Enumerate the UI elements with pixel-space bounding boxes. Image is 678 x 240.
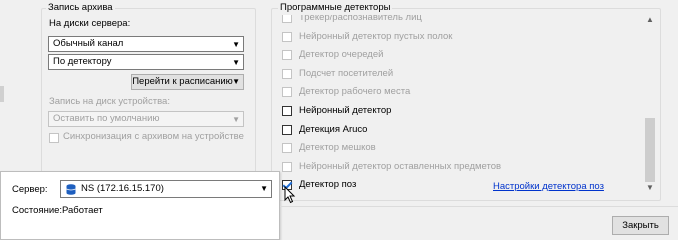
- chevron-down-icon: ▼: [260, 184, 268, 193]
- scrollbar-thumb[interactable]: [645, 118, 655, 182]
- detector-label: Трекер/распознавитель лиц: [299, 15, 422, 23]
- detectors-group-title: Программные детекторы: [278, 2, 393, 14]
- detector-item[interactable]: Нейронный детектор пустых полок: [282, 28, 642, 47]
- detector-checkbox[interactable]: [282, 124, 292, 135]
- detector-label: Нейронный детектор: [299, 105, 392, 116]
- sync-checkbox[interactable]: [49, 133, 59, 143]
- detector-scrollbar[interactable]: ▲ ▼: [643, 14, 657, 195]
- detector-checkbox[interactable]: [282, 143, 292, 154]
- chevron-down-icon: ▼: [232, 77, 240, 86]
- detector-checkbox[interactable]: [282, 87, 292, 98]
- mode-select[interactable]: По детектору ▼: [48, 54, 244, 70]
- detector-label: Нейронный детектор пустых полок: [299, 30, 453, 42]
- goto-schedule-button[interactable]: Перейти к расписанию ▼: [131, 74, 244, 90]
- detector-checkbox[interactable]: [282, 161, 292, 172]
- server-disks-label: На диски сервера:: [49, 18, 131, 29]
- mode-select-value: По детектору: [53, 56, 112, 67]
- channel-select[interactable]: Обычный канал ▼: [48, 36, 244, 52]
- detector-label: Детектор очередей: [299, 49, 384, 61]
- detector-item[interactable]: Детектор мешков: [282, 139, 642, 158]
- close-button[interactable]: Закрыть: [612, 216, 669, 235]
- chevron-down-icon: ▼: [232, 40, 240, 49]
- detector-checkbox[interactable]: [282, 15, 292, 23]
- detector-item[interactable]: Детектор очередей: [282, 46, 642, 65]
- detector-checkbox[interactable]: [282, 50, 292, 61]
- detector-label: Детектор рабочего места: [299, 86, 411, 98]
- detector-partial-item: Трекер/распознавитель лиц: [282, 15, 642, 27]
- detector-label: Детекция Aruco: [299, 123, 368, 135]
- status-value: Работает: [62, 205, 103, 216]
- goto-schedule-label: Перейти к расписанию: [132, 76, 233, 87]
- detector-item[interactable]: Детекция Aruco: [282, 121, 642, 140]
- detector-list: Трекер/распознавитель лиц Нейронный дете…: [282, 15, 642, 199]
- pose-settings-link[interactable]: Настройки детектора поз: [493, 181, 604, 192]
- server-status-popup: Сервер: NS (172.16.15.170) ▼ Состояние: …: [0, 171, 280, 240]
- close-button-label: Закрыть: [622, 220, 659, 231]
- database-icon: [66, 184, 76, 195]
- channel-select-value: Обычный канал: [53, 38, 124, 49]
- detector-item[interactable]: Подсчет посетителей: [282, 65, 642, 84]
- sync-checkbox-label: Синхронизация с архивом на устройстве: [63, 131, 244, 142]
- detector-checkbox[interactable]: [282, 31, 292, 42]
- device-disk-label: Запись на диск устройства:: [49, 96, 170, 107]
- device-default-value: Оставить по умолчанию: [53, 113, 160, 124]
- detector-label: Детектор мешков: [299, 142, 376, 154]
- left-edge-strip: [0, 86, 4, 102]
- detector-label: Детектор поз: [299, 179, 357, 191]
- archive-group-title: Запись архива: [46, 2, 115, 14]
- mouse-cursor-icon: [284, 186, 296, 204]
- detector-item[interactable]: Детектор рабочего места: [282, 83, 642, 102]
- server-select[interactable]: NS (172.16.15.170) ▼: [60, 180, 272, 198]
- archive-group: Запись архива: [41, 2, 256, 180]
- detector-checkbox[interactable]: [282, 106, 292, 116]
- chevron-down-icon: ▼: [232, 115, 240, 124]
- detector-label: Нейронный детектор оставленных предметов: [299, 160, 502, 172]
- device-default-select[interactable]: Оставить по умолчанию ▼: [48, 111, 244, 127]
- server-select-value: NS (172.16.15.170): [81, 183, 164, 194]
- scroll-down-icon[interactable]: ▼: [646, 183, 654, 192]
- server-label: Сервер:: [12, 184, 48, 195]
- detector-item[interactable]: Нейронный детектор: [282, 102, 642, 121]
- status-label: Состояние:: [12, 205, 63, 216]
- detector-item[interactable]: Нейронный детектор оставленных предметов: [282, 158, 642, 177]
- footer-divider: [280, 206, 678, 207]
- scroll-up-icon[interactable]: ▲: [646, 15, 654, 24]
- detector-checkbox[interactable]: [282, 68, 292, 79]
- chevron-down-icon: ▼: [232, 58, 240, 67]
- detector-label: Подсчет посетителей: [299, 67, 394, 79]
